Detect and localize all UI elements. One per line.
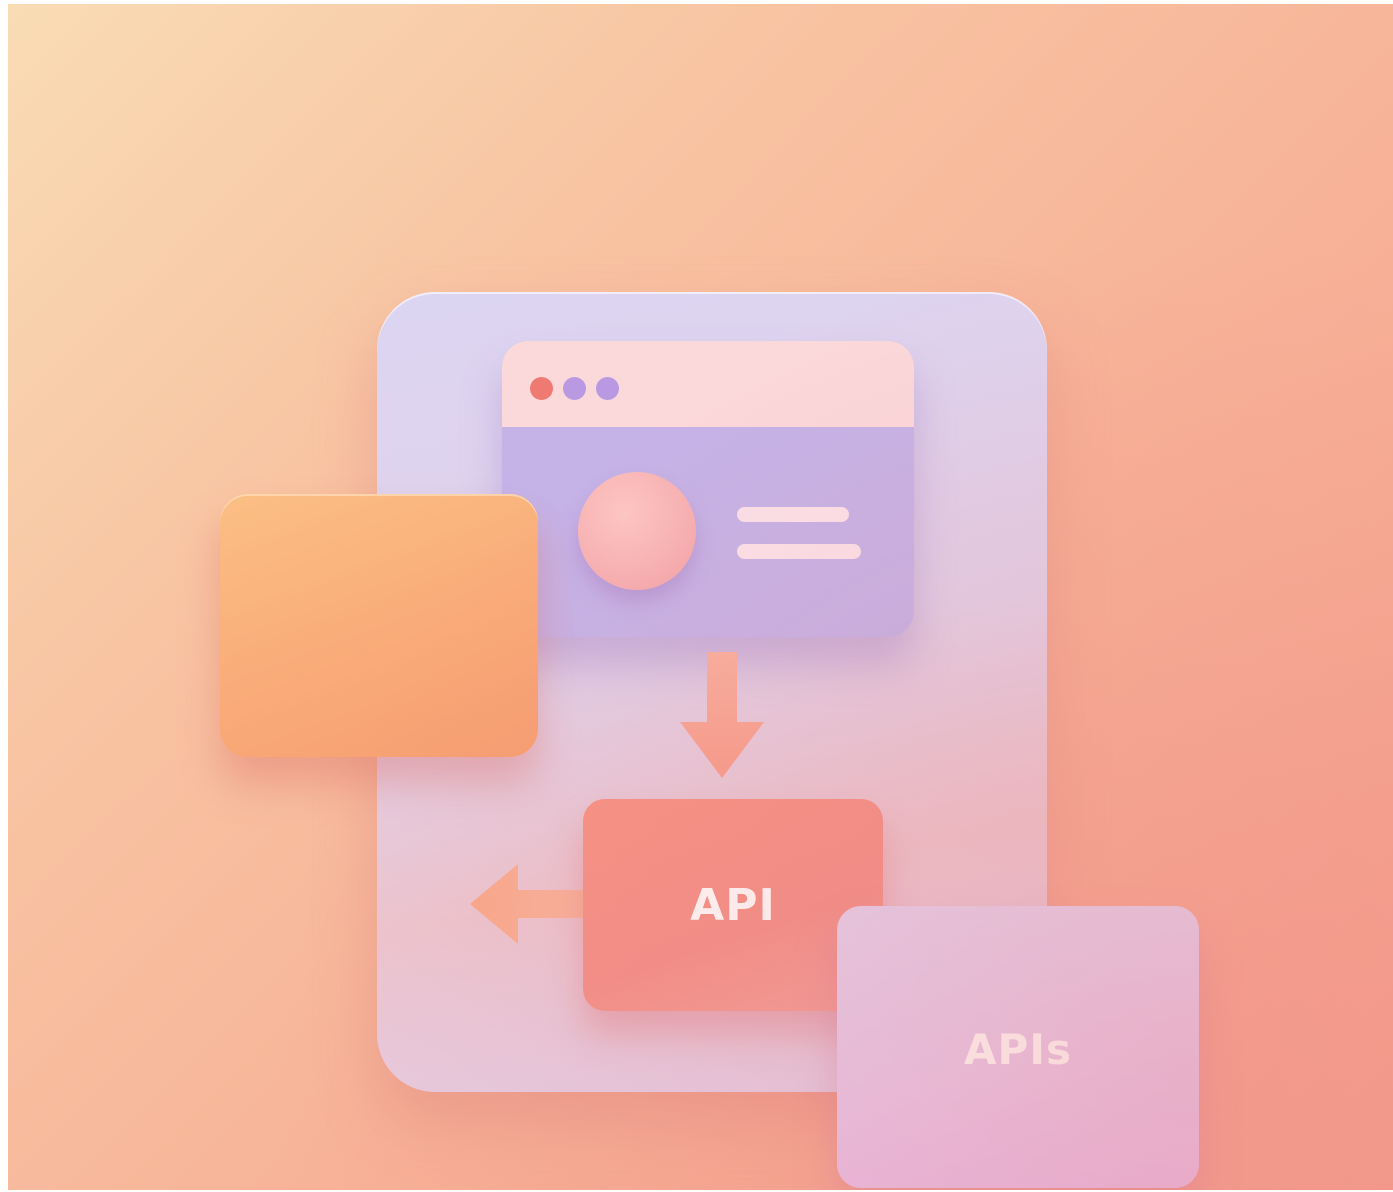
- browser-title-bar: [502, 341, 914, 427]
- apis-card: APIs: [837, 906, 1199, 1188]
- red-dot-icon: [530, 377, 553, 400]
- apis-label: APIs: [964, 1024, 1072, 1074]
- orange-card: [220, 494, 538, 757]
- down-arrow-icon: [680, 652, 764, 778]
- illustration-scene: API APIs: [8, 4, 1393, 1190]
- api-label: API: [690, 879, 776, 931]
- text-line-placeholder: [737, 507, 849, 522]
- avatar-circle-icon: [578, 472, 696, 590]
- purple-dot-icon: [563, 377, 586, 400]
- purple-dot-icon: [596, 377, 619, 400]
- browser-window: [502, 341, 914, 637]
- text-line-placeholder: [737, 544, 861, 559]
- left-arrow-icon: [470, 864, 584, 944]
